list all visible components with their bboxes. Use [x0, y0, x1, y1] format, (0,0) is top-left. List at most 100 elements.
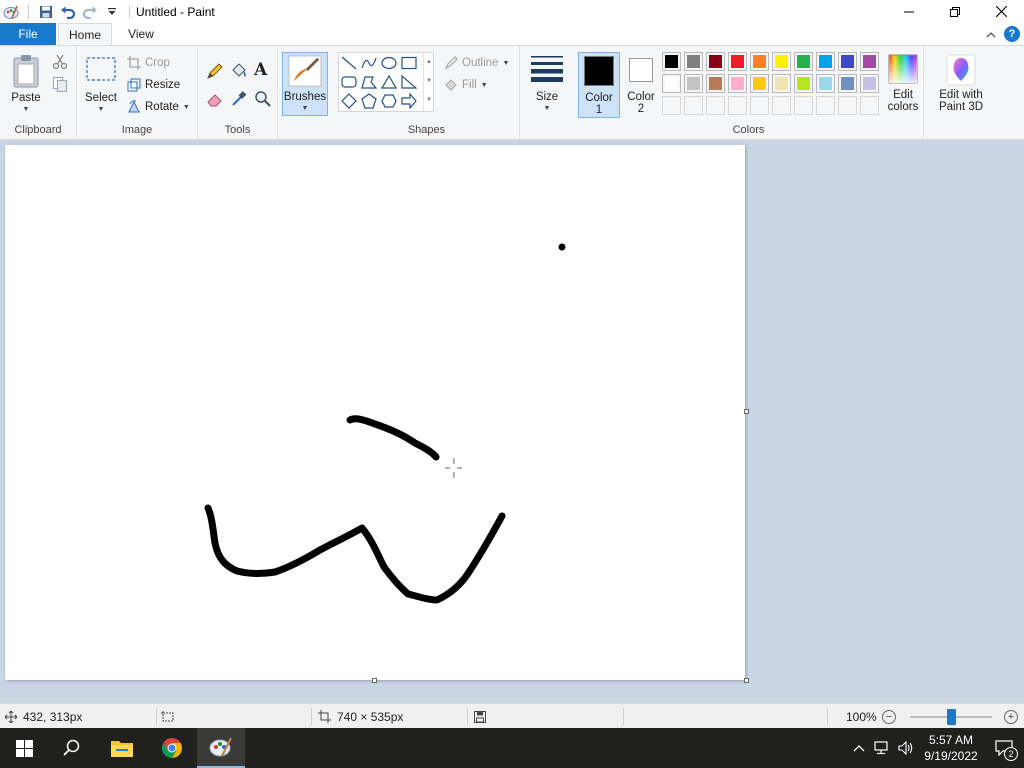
oval-shape-icon[interactable] [379, 53, 399, 72]
hexagon-shape-icon[interactable] [379, 91, 399, 110]
minimize-button[interactable] [886, 0, 932, 23]
curve-shape-icon[interactable] [359, 53, 379, 72]
save-icon[interactable] [35, 0, 57, 23]
triangle-shape-icon[interactable] [379, 72, 399, 91]
maximize-button[interactable] [932, 0, 978, 23]
taskbar-clock[interactable]: 5:57 AM 9/19/2022 [918, 732, 984, 764]
palette-swatch[interactable] [816, 52, 835, 71]
palette-swatch[interactable] [794, 52, 813, 71]
resize-handle-corner[interactable] [744, 678, 749, 683]
custom-color-slot[interactable] [772, 96, 791, 115]
palette-swatch[interactable] [684, 74, 703, 93]
zoom-out-button[interactable]: − [882, 710, 896, 724]
help-icon[interactable]: ? [1004, 26, 1020, 42]
eraser-icon[interactable] [206, 90, 224, 108]
select-button[interactable]: Select ▼ [83, 56, 119, 116]
polygon-shape-icon[interactable] [359, 72, 379, 91]
palette-swatch[interactable] [838, 74, 857, 93]
palette-swatch[interactable] [750, 52, 769, 71]
drawing-canvas[interactable] [5, 145, 745, 680]
paint-app-icon[interactable] [0, 0, 22, 23]
edit-colors-button[interactable]: Edit colors [884, 54, 922, 113]
palette-swatch[interactable] [816, 74, 835, 93]
custom-color-slot[interactable] [750, 96, 769, 115]
palette-swatch[interactable] [662, 52, 681, 71]
palette-swatch[interactable] [728, 52, 747, 71]
palette-swatch[interactable] [706, 74, 725, 93]
rotate-button[interactable]: Rotate ▼ [127, 98, 190, 116]
redo-icon[interactable] [79, 0, 101, 23]
palette-swatch[interactable] [662, 74, 681, 93]
palette-swatch[interactable] [860, 74, 879, 93]
resize-handle-right[interactable] [744, 409, 749, 414]
custom-color-slot[interactable] [860, 96, 879, 115]
rounded-rectangle-shape-icon[interactable] [339, 72, 359, 91]
search-button[interactable] [48, 728, 96, 768]
palette-swatch[interactable] [794, 74, 813, 93]
brushes-button[interactable]: Brushes ▼ [282, 52, 328, 116]
edit-with-paint3d-button[interactable]: Edit with Paint 3D [932, 54, 990, 113]
customize-qat-icon[interactable] [101, 0, 123, 23]
resize-button[interactable]: Resize [127, 76, 180, 94]
diamond-shape-icon[interactable] [339, 91, 359, 110]
custom-color-slot[interactable] [838, 96, 857, 115]
taskbar-paint[interactable] [197, 728, 245, 768]
collapse-ribbon-icon[interactable] [986, 27, 996, 41]
palette-swatch[interactable] [750, 74, 769, 93]
crop-button[interactable]: Crop [127, 54, 170, 72]
undo-icon[interactable] [57, 0, 79, 23]
palette-swatch[interactable] [728, 74, 747, 93]
copy-icon[interactable] [52, 76, 68, 92]
shapes-scroll[interactable]: ▲ ▼ ▼ [423, 53, 434, 111]
outline-button[interactable]: Outline ▼ [444, 54, 509, 72]
size-button[interactable]: Size ▼ [527, 54, 567, 115]
network-icon[interactable] [870, 741, 894, 755]
right-triangle-shape-icon[interactable] [399, 72, 419, 91]
close-button[interactable] [978, 0, 1024, 23]
shapes-group: ▲ ▼ ▼ Outline ▼ Fill ▼ Shapes [334, 46, 520, 139]
chevron-up-icon[interactable] [848, 744, 870, 752]
rectangle-shape-icon[interactable] [399, 53, 419, 72]
fill-bucket-icon[interactable] [230, 62, 248, 80]
palette-swatch[interactable] [772, 74, 791, 93]
folder-icon [111, 741, 133, 757]
fill-button[interactable]: Fill ▼ [444, 76, 488, 94]
magnifier-icon[interactable] [254, 90, 272, 108]
pencil-icon[interactable] [206, 62, 224, 80]
palette-swatch[interactable] [772, 52, 791, 71]
fill-icon [445, 79, 457, 91]
resize-handle-bottom[interactable] [372, 678, 377, 683]
palette-swatch[interactable] [860, 52, 879, 71]
start-button[interactable] [0, 728, 48, 768]
custom-color-slot[interactable] [706, 96, 725, 115]
taskbar-file-explorer[interactable] [98, 728, 146, 768]
notifications-button[interactable]: 2 [984, 728, 1024, 768]
tab-file[interactable]: File [0, 23, 56, 45]
palette-swatch[interactable] [838, 52, 857, 71]
swatch-color [709, 55, 722, 68]
taskbar-chrome[interactable] [148, 728, 196, 768]
tab-view[interactable]: View [118, 23, 164, 45]
custom-color-slot[interactable] [728, 96, 747, 115]
custom-color-slot[interactable] [794, 96, 813, 115]
tab-home[interactable]: Home [58, 23, 112, 46]
custom-color-slot[interactable] [662, 96, 681, 115]
color1-button[interactable]: Color 1 [578, 52, 620, 118]
color2-button[interactable]: Color 2 [622, 52, 660, 118]
volume-icon[interactable] [894, 741, 918, 755]
zoom-in-button[interactable]: + [1004, 710, 1018, 724]
text-icon[interactable]: A [254, 60, 272, 80]
resize-label: Resize [145, 79, 181, 91]
custom-color-slot[interactable] [816, 96, 835, 115]
palette-swatch[interactable] [706, 52, 725, 71]
right-arrow-shape-icon[interactable] [399, 91, 419, 110]
custom-color-slot[interactable] [684, 96, 703, 115]
zoom-slider-thumb[interactable] [946, 709, 956, 725]
line-shape-icon[interactable] [339, 53, 359, 72]
color-picker-icon[interactable] [230, 90, 248, 108]
pentagon-shape-icon[interactable] [359, 91, 379, 110]
selection-size-icon [161, 710, 174, 721]
paste-button[interactable]: Paste ▼ [6, 54, 46, 116]
cut-icon[interactable] [52, 54, 68, 70]
palette-swatch[interactable] [684, 52, 703, 71]
